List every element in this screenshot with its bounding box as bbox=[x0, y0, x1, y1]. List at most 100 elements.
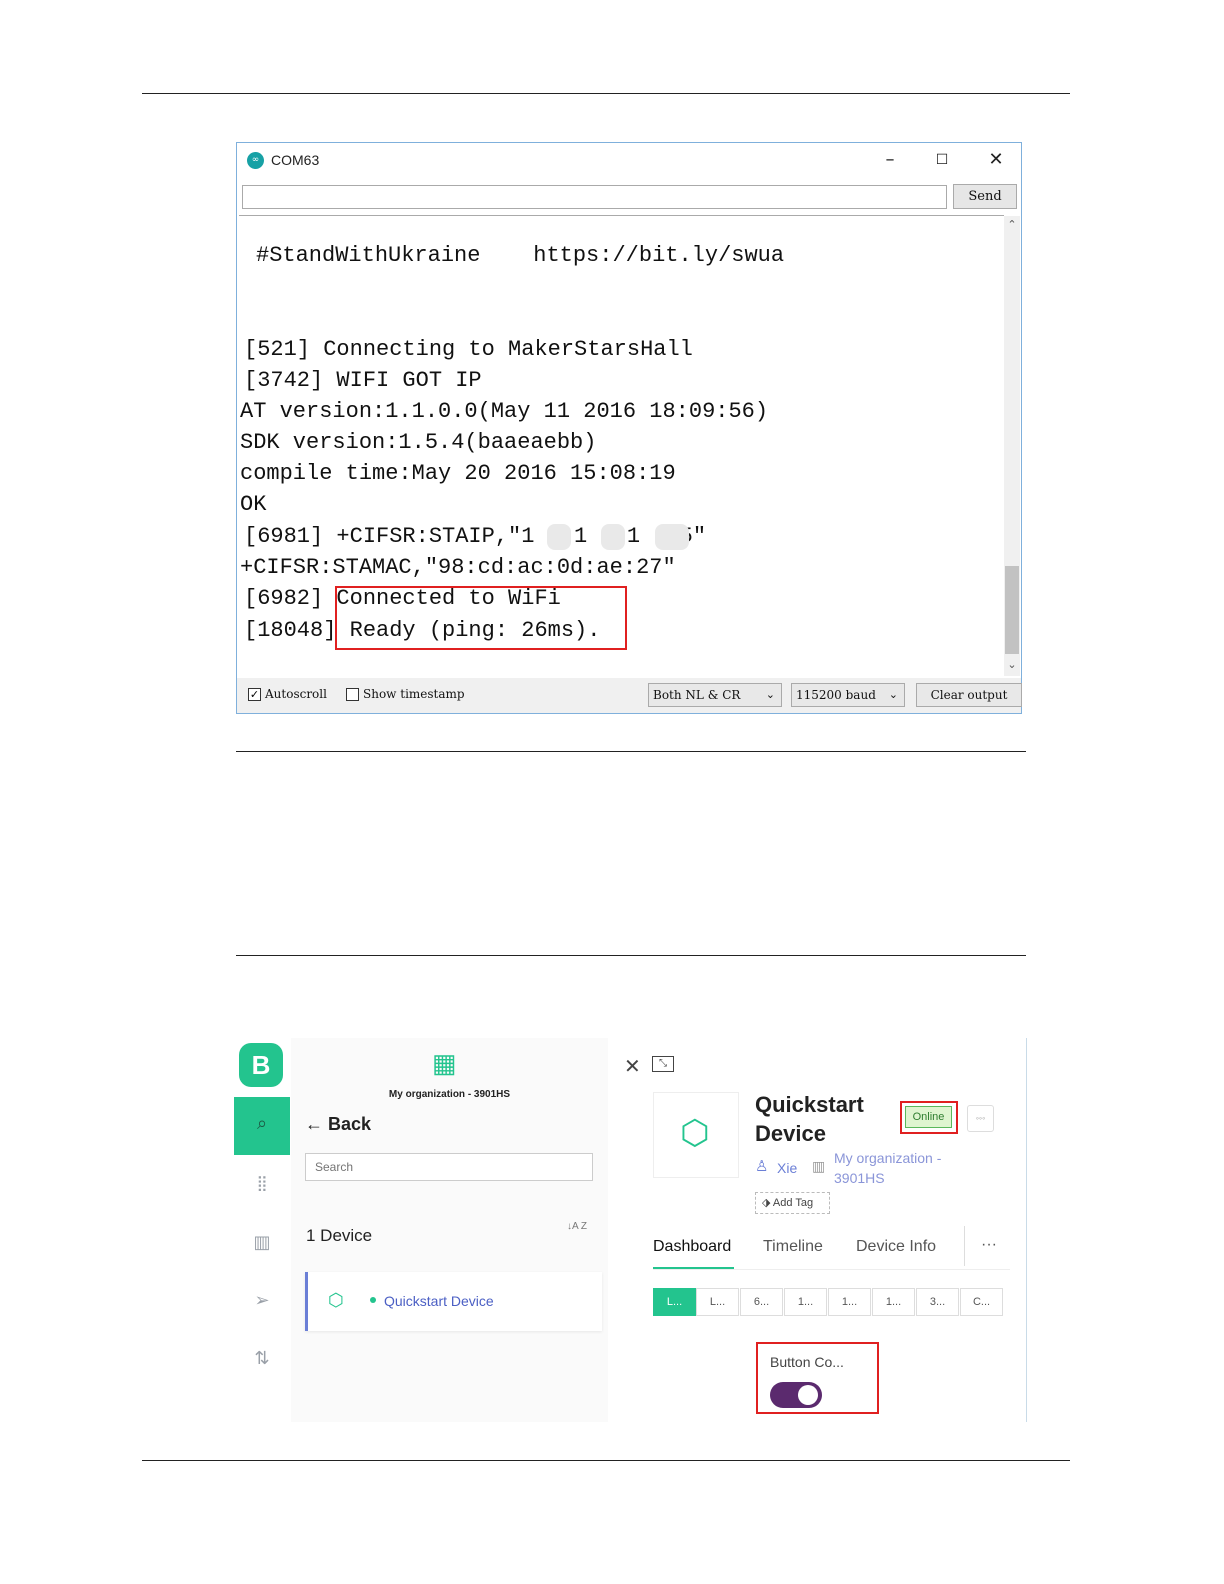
device-image: ⬡ bbox=[653, 1092, 739, 1178]
output-line: AT version:1.1.0.0(May 11 2016 18:09:56) bbox=[240, 399, 769, 424]
send-button[interactable]: Send bbox=[953, 184, 1017, 209]
chevron-down-icon: ⌄ bbox=[765, 688, 775, 701]
device-detail-pane: ✕ ⤡ ⬡ Quickstart Device Online ◦◦◦ ♙ Xie… bbox=[610, 1038, 1027, 1422]
owner-icon: ♙ bbox=[755, 1158, 769, 1175]
serial-input[interactable] bbox=[242, 185, 947, 209]
status-highlight: Online bbox=[900, 1101, 958, 1134]
tab-device-info[interactable]: Device Info bbox=[856, 1238, 936, 1256]
tab-dashboard[interactable]: Dashboard bbox=[653, 1238, 731, 1256]
switch-knob bbox=[798, 1385, 818, 1405]
search-input[interactable] bbox=[305, 1153, 593, 1181]
serial-bottom-bar: ✓ Autoscroll Show timestamp Both NL & CR… bbox=[237, 678, 1022, 713]
back-arrow-icon: ← bbox=[305, 1114, 323, 1134]
expand-icon[interactable]: ⤡ bbox=[652, 1056, 674, 1072]
highlight-box bbox=[335, 586, 627, 650]
send-icon[interactable]: ➢ bbox=[234, 1290, 290, 1311]
add-tag-button[interactable]: ⬗ Add Tag bbox=[755, 1192, 830, 1214]
arduino-icon: ∞ bbox=[247, 152, 264, 169]
more-options-button[interactable]: ◦◦◦ bbox=[967, 1105, 994, 1132]
status-badge: Online bbox=[905, 1106, 952, 1128]
redaction-blur bbox=[547, 524, 571, 550]
close-icon[interactable]: ✕ bbox=[624, 1054, 641, 1079]
add-tag-label: Add Tag bbox=[772, 1197, 814, 1209]
nav-search[interactable]: ⌕ bbox=[234, 1097, 290, 1155]
tab-separator bbox=[964, 1226, 965, 1266]
sort-label: A Z bbox=[572, 1221, 588, 1232]
device-row-name: Quickstart Device bbox=[384, 1293, 494, 1309]
organization-icon[interactable]: ▥ bbox=[234, 1232, 290, 1253]
title-bar: ∞ COM63 – ☐ ✕ bbox=[237, 143, 1021, 177]
org-name-1[interactable]: My organization - bbox=[834, 1150, 941, 1166]
tab-timeline[interactable]: Timeline bbox=[763, 1238, 823, 1256]
owner-name[interactable]: Xie bbox=[777, 1160, 797, 1176]
automation-icon[interactable]: ⇅ bbox=[234, 1348, 290, 1369]
divider-rule-2 bbox=[236, 955, 1026, 956]
clear-output-button[interactable]: Clear output bbox=[916, 683, 1022, 707]
online-dot bbox=[370, 1297, 376, 1303]
device-title-2: Device bbox=[755, 1121, 826, 1146]
serial-monitor-window: ∞ COM63 – ☐ ✕ Send #StandWithUkraine htt… bbox=[236, 142, 1022, 714]
devices-grid-icon[interactable]: ⣿ bbox=[234, 1174, 290, 1192]
cube-icon: ⬡ bbox=[328, 1290, 344, 1310]
maximize-icon[interactable]: ☐ bbox=[927, 147, 957, 173]
divider-rule-1 bbox=[236, 751, 1026, 752]
output-line: compile time:May 20 2016 15:08:19 bbox=[240, 461, 676, 486]
tabs-baseline bbox=[653, 1269, 1010, 1270]
output-line: SDK version:1.5.4(baaeaebb) bbox=[240, 430, 597, 455]
output-line: +CIFSR:STAMAC,"98:cd:ac:0d:ae:27" bbox=[240, 555, 676, 580]
device-count: 1 Device bbox=[306, 1226, 373, 1245]
search-icon: ⌕ bbox=[256, 1113, 268, 1134]
close-icon[interactable]: ✕ bbox=[981, 147, 1011, 173]
autoscroll-label: Autoscroll bbox=[265, 687, 327, 701]
blynk-console: B ⌕ ⣿ ▥ ➢ ⇅ ▦ My organization - 3901HS ←… bbox=[234, 1038, 1028, 1422]
tabs-more-button[interactable]: ··· bbox=[981, 1236, 997, 1254]
window-title: COM63 bbox=[271, 152, 320, 168]
timestamp-label: Show timestamp bbox=[363, 687, 465, 701]
segment-tab[interactable]: 6... bbox=[740, 1288, 783, 1316]
scroll-thumb[interactable] bbox=[1005, 566, 1019, 654]
output-line: [3742] WIFI GOT IP bbox=[244, 368, 482, 393]
scroll-up-icon[interactable]: ⌃ bbox=[1004, 218, 1020, 231]
building-icon: ▦ bbox=[432, 1048, 457, 1078]
nav-rail: B ⌕ ⣿ ▥ ➢ ⇅ bbox=[234, 1038, 290, 1422]
org-icon: ▥ bbox=[812, 1158, 826, 1174]
switch-widget: Button Co... bbox=[756, 1342, 879, 1414]
autoscroll-checkbox[interactable]: ✓ bbox=[248, 688, 261, 701]
segment-tab[interactable]: 1... bbox=[784, 1288, 827, 1316]
segment-tab[interactable]: 1... bbox=[828, 1288, 871, 1316]
back-button[interactable]: ← Back bbox=[305, 1114, 371, 1135]
blynk-logo[interactable]: B bbox=[239, 1043, 283, 1087]
widget-title: Button Co... bbox=[770, 1354, 844, 1370]
cube-icon: ⬡ bbox=[680, 1114, 710, 1152]
segment-tab[interactable]: L... bbox=[653, 1288, 696, 1316]
output-line: OK bbox=[240, 492, 267, 517]
redaction-blur bbox=[655, 524, 689, 550]
back-label: Back bbox=[328, 1114, 372, 1134]
org-name-2[interactable]: 3901HS bbox=[834, 1170, 885, 1186]
output-line: [6981] +CIFSR:STAIP,"1 .1 .1 75" bbox=[244, 524, 707, 549]
segment-tab[interactable]: 3... bbox=[916, 1288, 959, 1316]
segment-tab[interactable]: L... bbox=[696, 1288, 739, 1316]
baud-select[interactable]: 115200 baud ⌄ bbox=[791, 683, 905, 707]
tag-icon: ⬗ bbox=[762, 1197, 771, 1209]
segment-tab[interactable]: 1... bbox=[872, 1288, 915, 1316]
clear-output-label: Clear output bbox=[930, 688, 1008, 702]
output-scrollbar[interactable]: ⌃ ⌄ bbox=[1004, 216, 1020, 676]
device-row[interactable]: ⬡ Quickstart Device bbox=[305, 1272, 602, 1331]
org-label: My organization - 3901HS bbox=[388, 1089, 511, 1100]
output-line: #StandWithUkraine https://bit.ly/swua bbox=[256, 243, 785, 268]
timestamp-checkbox[interactable] bbox=[346, 688, 359, 701]
line-ending-select[interactable]: Both NL & CR ⌄ bbox=[648, 683, 782, 707]
device-list-pane: ▦ My organization - 3901HS ← Back 1 Devi… bbox=[291, 1038, 608, 1422]
footer-rule bbox=[142, 1460, 1070, 1461]
header-rule bbox=[142, 93, 1070, 94]
chevron-down-icon: ⌄ bbox=[888, 688, 898, 701]
minimize-icon[interactable]: – bbox=[875, 147, 905, 173]
output-line: [521] Connecting to MakerStarsHall bbox=[244, 337, 693, 362]
switch-toggle[interactable] bbox=[770, 1382, 822, 1408]
line-ending-value: Both NL & CR bbox=[653, 688, 741, 702]
device-title-1: Quickstart bbox=[755, 1092, 864, 1117]
sort-icon[interactable]: ↓A Z bbox=[567, 1222, 587, 1232]
scroll-down-icon[interactable]: ⌄ bbox=[1004, 658, 1020, 671]
segment-tab[interactable]: C... bbox=[960, 1288, 1003, 1316]
